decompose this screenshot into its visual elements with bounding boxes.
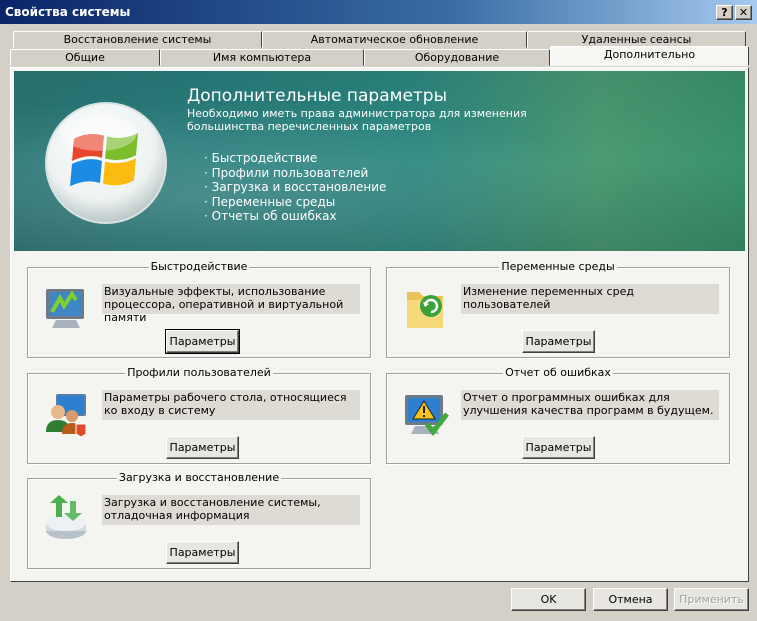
banner-list-item: Переменные среды bbox=[204, 195, 386, 210]
group-description: Параметры рабочего стола, относящиеся ко… bbox=[102, 390, 360, 420]
group-environment-variables: Переменные среды Изменение переменных ср… bbox=[386, 260, 730, 358]
group-description: Загрузка и восстановление системы, отлад… bbox=[102, 495, 360, 525]
warning-monitor-icon bbox=[405, 395, 449, 437]
tab-computer-name[interactable]: Имя компьютера bbox=[160, 49, 364, 66]
ok-button[interactable]: OK bbox=[511, 588, 586, 611]
banner-title: Дополнительные параметры bbox=[187, 86, 448, 106]
tab-hardware[interactable]: Оборудование bbox=[364, 49, 550, 66]
error-reporting-button[interactable]: Параметры bbox=[522, 436, 595, 459]
header-banner: Дополнительные параметры Необходимо имет… bbox=[14, 71, 745, 251]
group-user-profiles: Профили пользователей Параметры рабочего… bbox=[27, 366, 371, 464]
banner-subtitle: Необходимо иметь права администратора дл… bbox=[187, 107, 527, 133]
tab-automatic-updates[interactable]: Автоматическое обновление bbox=[262, 31, 527, 48]
banner-list: Быстродействие Профили пользователей Заг… bbox=[204, 151, 387, 224]
group-description: Отчет о программных ошибках для улучшени… bbox=[461, 390, 719, 420]
banner-list-item: Быстродействие bbox=[204, 151, 386, 166]
help-button[interactable]: ? bbox=[716, 4, 733, 20]
user-profiles-icon bbox=[46, 394, 87, 438]
cancel-button[interactable]: Отмена bbox=[593, 588, 668, 611]
monitor-performance-icon bbox=[46, 289, 84, 328]
startup-settings-button[interactable]: Параметры bbox=[166, 541, 239, 564]
banner-list-item: Загрузка и восстановление bbox=[204, 180, 387, 195]
group-startup-recovery: Загрузка и восстановление Загрузка и вос… bbox=[27, 471, 371, 569]
startup-recovery-icon bbox=[46, 495, 86, 539]
group-title: Загрузка и восстановление bbox=[116, 471, 282, 484]
tab-general[interactable]: Общие bbox=[10, 49, 160, 66]
apply-button[interactable]: Применить bbox=[674, 588, 749, 611]
profiles-settings-button[interactable]: Параметры bbox=[166, 436, 239, 459]
windows-logo-icon bbox=[45, 102, 167, 224]
group-title: Переменные среды bbox=[499, 260, 617, 273]
tab-advanced[interactable]: Дополнительно bbox=[550, 46, 749, 66]
environment-variables-button[interactable]: Параметры bbox=[522, 330, 595, 353]
banner-list-item: Отчеты об ошибках bbox=[204, 209, 386, 224]
window-title: Свойства системы bbox=[5, 5, 131, 19]
close-button[interactable]: ✕ bbox=[735, 4, 752, 20]
group-description: Визуальные эффекты, использование процес… bbox=[102, 284, 360, 324]
title-bar: Свойства системы ? ✕ bbox=[0, 0, 757, 24]
group-title: Профили пользователей bbox=[125, 366, 273, 379]
group-title: Быстродействие bbox=[148, 260, 250, 273]
group-performance: Быстродействие Визуальные эффекты, испол… bbox=[27, 260, 371, 358]
group-error-reporting: Отчет об ошибках Отчет о программных оши… bbox=[386, 366, 730, 464]
performance-settings-button[interactable]: Параметры bbox=[165, 329, 240, 354]
group-description: Изменение переменных сред пользователей bbox=[461, 284, 719, 314]
tab-panel-advanced: Дополнительные параметры Необходимо имет… bbox=[10, 67, 749, 582]
folder-refresh-icon bbox=[407, 292, 443, 328]
tab-system-restore[interactable]: Восстановление системы bbox=[13, 31, 262, 48]
banner-list-item: Профили пользователей bbox=[204, 166, 386, 181]
group-title: Отчет об ошибках bbox=[503, 366, 613, 379]
